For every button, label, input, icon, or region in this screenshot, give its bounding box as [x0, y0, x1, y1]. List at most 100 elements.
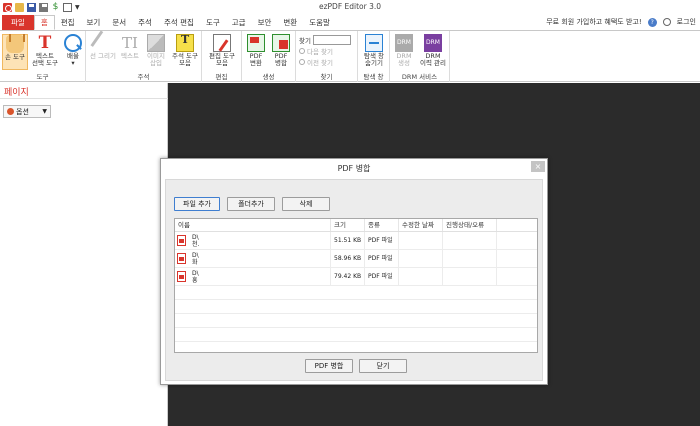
print-icon[interactable]: [39, 2, 48, 12]
tab-edit[interactable]: 편집: [55, 15, 81, 30]
ribbon-group-create: PDF 변환 PDF 병합 생성: [242, 31, 296, 82]
pdf-merge-dialog: PDF 병합 × 파일 추가 폴더추가 삭제 이름 크기 종류 수정한 날짜 진…: [160, 158, 548, 385]
pdf-merge-icon: [272, 34, 290, 52]
hand-tool-button[interactable]: 손 도구: [2, 34, 28, 70]
ribbon: 손 도구 T 텍스트 선택 도구 배율 ▾ 도구 선 그리기 TI 텍스트 이미…: [0, 30, 700, 82]
file-size-cell: 51.51 KB: [331, 232, 365, 249]
panel-divider: [0, 98, 168, 99]
text-select-label-2: 선택 도구: [32, 59, 58, 67]
tab-document[interactable]: 문서: [106, 15, 132, 30]
column-modified[interactable]: 수정한 날짜: [399, 219, 443, 231]
file-type-cell: PDF 파일: [365, 268, 399, 285]
create-group-label: 생성: [262, 73, 275, 81]
pdf-convert-icon: [247, 34, 265, 52]
dialog-title: PDF 병합: [161, 159, 547, 179]
edit-tools-button[interactable]: 편집 도구 모음: [206, 34, 238, 67]
login-link[interactable]: 로그인: [677, 17, 696, 27]
file-row-1[interactable]: D\ 천. 51.51 KB PDF 파일: [175, 232, 537, 250]
file-size-cell: 58.96 KB: [331, 250, 365, 267]
tab-file[interactable]: 파일: [2, 15, 34, 30]
file-name-cell: D\ 화: [175, 250, 331, 267]
file-modified-cell: [399, 232, 443, 249]
drm-create-button[interactable]: DRM DRM 생성: [393, 34, 415, 67]
image-icon: [147, 34, 165, 52]
file-row-3[interactable]: D\ 흥 79.42 KB PDF 파일: [175, 268, 537, 286]
column-type[interactable]: 종류: [365, 219, 399, 231]
tools-group-label: 도구: [36, 73, 49, 81]
signup-link[interactable]: 무료 회원 가입하고 혜택도 받고!: [546, 17, 641, 27]
find-next-label: 다음 찾기: [307, 47, 333, 56]
tab-tools[interactable]: 도구: [200, 15, 226, 30]
add-folder-button[interactable]: 폴더추가: [227, 197, 275, 211]
tab-home[interactable]: 홈: [33, 15, 55, 30]
dialog-close-button[interactable]: ×: [531, 161, 545, 172]
chevron-down-icon: ▼: [42, 108, 47, 115]
save-icon[interactable]: [27, 2, 36, 12]
column-status[interactable]: 진행상태/오류: [443, 219, 497, 231]
open-folder-icon[interactable]: [15, 2, 24, 12]
pages-panel-title: 페이지: [4, 88, 29, 98]
hide-nav-button[interactable]: 탐색 창 숨기기: [361, 34, 387, 67]
text-select-button[interactable]: T 텍스트 선택 도구: [29, 34, 61, 67]
find-label: 찾기: [299, 36, 311, 45]
options-button[interactable]: 옵션 ▼: [3, 105, 51, 118]
drm-group-label: DRM 서비스: [401, 73, 438, 81]
text-tool-button[interactable]: TI 텍스트: [119, 34, 141, 60]
insert-image-button[interactable]: 이미지 삽입: [144, 34, 168, 67]
tab-annotation[interactable]: 주석: [132, 15, 158, 30]
hand-tool-label: 손 도구: [4, 53, 25, 61]
ribbon-group-tools: 손 도구 T 텍스트 선택 도구 배율 ▾ 도구: [0, 31, 86, 82]
drm-history-button[interactable]: DRM DRM 이력 관리: [418, 34, 448, 67]
file-type-cell: PDF 파일: [365, 250, 399, 267]
qat-dropdown-icon[interactable]: ▼: [75, 4, 80, 11]
empty-row: [175, 314, 537, 328]
app-logo-icon[interactable]: [3, 2, 12, 12]
empty-row: [175, 342, 537, 356]
pdf-file-icon: [177, 253, 186, 264]
tab-advanced[interactable]: 고급: [226, 15, 252, 30]
hand-icon: [6, 34, 25, 53]
find-next-button[interactable]: 다음 찾기: [299, 45, 351, 56]
edit-tool-icon: [213, 34, 231, 52]
help-icon[interactable]: ?: [647, 17, 657, 27]
file-name: D\ 화: [192, 252, 199, 266]
file-name-cell: D\ 흥: [175, 268, 331, 285]
pdf-merge-button[interactable]: PDF 병합: [270, 34, 292, 67]
tab-security[interactable]: 보안: [252, 15, 278, 30]
close-dialog-button[interactable]: 닫기: [359, 359, 407, 373]
note-tools-button[interactable]: 주석 도구 모음: [170, 34, 200, 67]
menu-bar: 파일 홈 편집 보기 문서 주석 주석 편집 도구 고급 보안 변환 도움말 무…: [0, 14, 700, 30]
tab-annotation-edit[interactable]: 주석 편집: [158, 15, 200, 30]
title-bar: $ ▼ ezPDF Editor 3.0: [0, 0, 700, 14]
tab-help[interactable]: 도움말: [303, 15, 336, 30]
annotation-group-label: 주석: [137, 73, 150, 81]
find-next-icon: [299, 47, 305, 54]
delete-button[interactable]: 삭제: [282, 197, 330, 211]
zoom-button[interactable]: 배율 ▾: [62, 34, 84, 67]
tab-view[interactable]: 보기: [81, 15, 107, 30]
document-icon[interactable]: [63, 2, 72, 12]
ribbon-group-drm: DRM DRM 생성 DRM DRM 이력 관리 DRM 서비스: [390, 31, 450, 82]
file-list[interactable]: 이름 크기 종류 수정한 날짜 진행상태/오류 D\ 천. 51.51 KB PD…: [174, 218, 538, 356]
file-row-2[interactable]: D\ 화 58.96 KB PDF 파일: [175, 250, 537, 268]
column-size[interactable]: 크기: [331, 219, 365, 231]
ribbon-group-nav: 탐색 창 숨기기 탐색 창: [358, 31, 390, 82]
find-input[interactable]: [312, 34, 351, 45]
refresh-icon[interactable]: $: [51, 2, 60, 12]
file-list-header: 이름 크기 종류 수정한 날짜 진행상태/오류: [175, 219, 537, 232]
add-file-button[interactable]: 파일 추가: [174, 197, 220, 211]
text-select-icon: T: [38, 33, 52, 53]
draw-line-button[interactable]: 선 그리기: [90, 30, 116, 60]
pdf-convert-label-2: 변환: [250, 59, 262, 67]
nav-group-label: 탐색 창: [363, 73, 384, 81]
hide-nav-label-2: 숨기기: [365, 59, 383, 67]
column-name[interactable]: 이름: [175, 219, 331, 231]
options-label: 옵션: [16, 107, 29, 116]
tab-convert[interactable]: 변환: [277, 15, 303, 30]
drm-create-label-2: 생성: [398, 59, 410, 67]
login-icon[interactable]: [662, 18, 671, 26]
find-prev-button[interactable]: 이전 찾기: [299, 56, 351, 67]
merge-pdf-button[interactable]: PDF 병합: [305, 359, 353, 373]
pdf-convert-button[interactable]: PDF 변환: [245, 34, 267, 67]
empty-row: [175, 300, 537, 314]
